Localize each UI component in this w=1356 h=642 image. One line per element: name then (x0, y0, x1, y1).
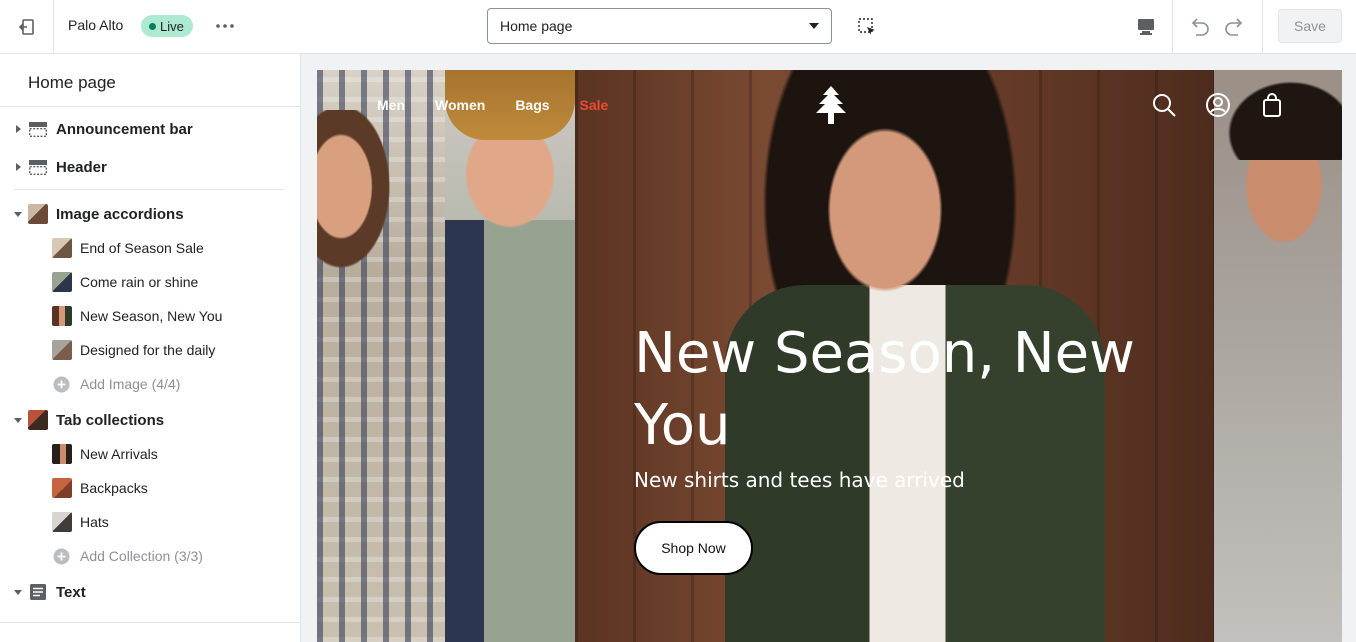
block-label: Backpacks (80, 480, 148, 496)
block-item[interactable]: Come rain or shine (0, 265, 300, 299)
photo-subject (815, 110, 955, 310)
undo-button[interactable] (1184, 12, 1214, 42)
live-label: Live (160, 18, 184, 34)
nav-link-men[interactable]: Men (377, 97, 405, 113)
section-header[interactable]: Header (0, 150, 300, 184)
desktop-icon (1138, 19, 1154, 35)
more-actions-button[interactable] (210, 13, 240, 39)
inspector-button[interactable] (852, 12, 882, 42)
block-label: New Arrivals (80, 446, 158, 462)
caret-right-icon[interactable] (13, 162, 23, 172)
add-image-button[interactable]: Add Image (4/4) (0, 367, 300, 401)
photo-subject (317, 110, 397, 280)
section-label: Image accordions (56, 205, 184, 223)
photo-subject (445, 220, 575, 642)
nav-link-bags[interactable]: Bags (515, 97, 549, 113)
section-label: Announcement bar (56, 120, 193, 138)
preview-area: Men Women Bags Sale New Season, New You … (301, 54, 1356, 642)
sections-sidebar: Home page Announcement bar Header Image … (0, 54, 301, 642)
image-thumb-icon (52, 444, 72, 464)
text-icon (30, 584, 46, 600)
search-icon[interactable] (1151, 92, 1177, 118)
toolbar-divider (1262, 0, 1263, 53)
add-label: Add Image (4/4) (80, 376, 181, 392)
section-label: Text (56, 583, 86, 601)
shop-now-button[interactable]: Shop Now (634, 521, 753, 575)
add-collection-button[interactable]: Add Collection (3/3) (0, 539, 300, 573)
block-item[interactable]: Designed for the daily (0, 333, 300, 367)
nav-link-sale[interactable]: Sale (580, 97, 609, 113)
caret-down-icon[interactable] (13, 209, 23, 219)
image-thumb-icon (52, 306, 72, 326)
caret-down-icon[interactable] (13, 587, 23, 597)
nav-link-women[interactable]: Women (435, 97, 485, 113)
live-status-badge: Live (141, 15, 193, 37)
section-tab-collections[interactable]: Tab collections (0, 403, 300, 437)
cart-bag-icon[interactable] (1259, 92, 1285, 118)
block-item[interactable]: New Arrivals (0, 437, 300, 471)
accordion-image-2[interactable] (445, 70, 575, 642)
undo-icon (1191, 18, 1209, 36)
store-logo-tree-icon[interactable] (811, 84, 851, 126)
image-thumb-icon (28, 204, 48, 224)
exit-editor-button[interactable] (0, 0, 54, 53)
block-label: End of Season Sale (80, 240, 204, 256)
caret-right-icon[interactable] (13, 124, 23, 134)
block-item[interactable]: Backpacks (0, 471, 300, 505)
caret-down-icon[interactable] (13, 415, 23, 425)
block-label: New Season, New You (80, 308, 223, 324)
plus-circle-icon (53, 548, 70, 564)
redo-icon (1225, 18, 1243, 36)
block-label: Designed for the daily (80, 342, 216, 358)
divider (14, 189, 284, 190)
exit-icon (18, 18, 34, 35)
section-text[interactable]: Text (0, 575, 300, 609)
image-thumb-icon (52, 272, 72, 292)
sidebar-title: Home page (28, 73, 116, 92)
section-label: Tab collections (56, 411, 165, 429)
block-item[interactable]: Hats (0, 505, 300, 539)
top-bar: Palo Alto Live Home page Save (0, 0, 1356, 54)
select-cursor-icon (858, 18, 875, 35)
chevron-down-icon (809, 23, 819, 29)
plus-circle-icon (53, 376, 70, 392)
image-thumb-icon (52, 238, 72, 258)
storefront-preview[interactable]: Men Women Bags Sale New Season, New You … (317, 70, 1342, 642)
block-label: Come rain or shine (80, 274, 199, 290)
desktop-view-button[interactable] (1130, 12, 1162, 42)
add-label: Add Collection (3/3) (80, 548, 203, 564)
accordion-image-1[interactable] (317, 70, 445, 642)
accordion-image-4[interactable] (1214, 70, 1342, 642)
image-thumb-icon (52, 512, 72, 532)
page-select[interactable]: Home page (487, 8, 832, 44)
ellipsis-icon (216, 24, 234, 28)
hero-title: New Season, New You (634, 321, 1135, 458)
image-thumb-icon (52, 340, 72, 360)
block-item[interactable]: New Season, New You (0, 299, 300, 333)
layout-bar-icon (29, 122, 48, 137)
theme-name: Palo Alto (68, 17, 124, 33)
block-item[interactable]: End of Season Sale (0, 231, 300, 265)
layout-header-icon (29, 160, 48, 175)
section-image-accordions[interactable]: Image accordions (0, 197, 300, 231)
save-button[interactable]: Save (1278, 9, 1342, 43)
divider (0, 622, 300, 623)
page-select-value: Home page (500, 18, 573, 34)
hero-subtitle: New shirts and tees have arrived (634, 468, 965, 492)
image-thumb-icon (28, 410, 48, 430)
block-label: Hats (80, 514, 109, 530)
divider (0, 106, 300, 107)
store-nav: Men Women Bags Sale (377, 97, 638, 113)
toolbar-divider (1172, 0, 1173, 53)
live-dot-icon (149, 22, 156, 30)
section-announcement-bar[interactable]: Announcement bar (0, 112, 300, 146)
redo-button[interactable] (1220, 12, 1250, 42)
section-label: Header (56, 158, 107, 176)
image-thumb-icon (52, 478, 72, 498)
account-icon[interactable] (1205, 92, 1231, 118)
